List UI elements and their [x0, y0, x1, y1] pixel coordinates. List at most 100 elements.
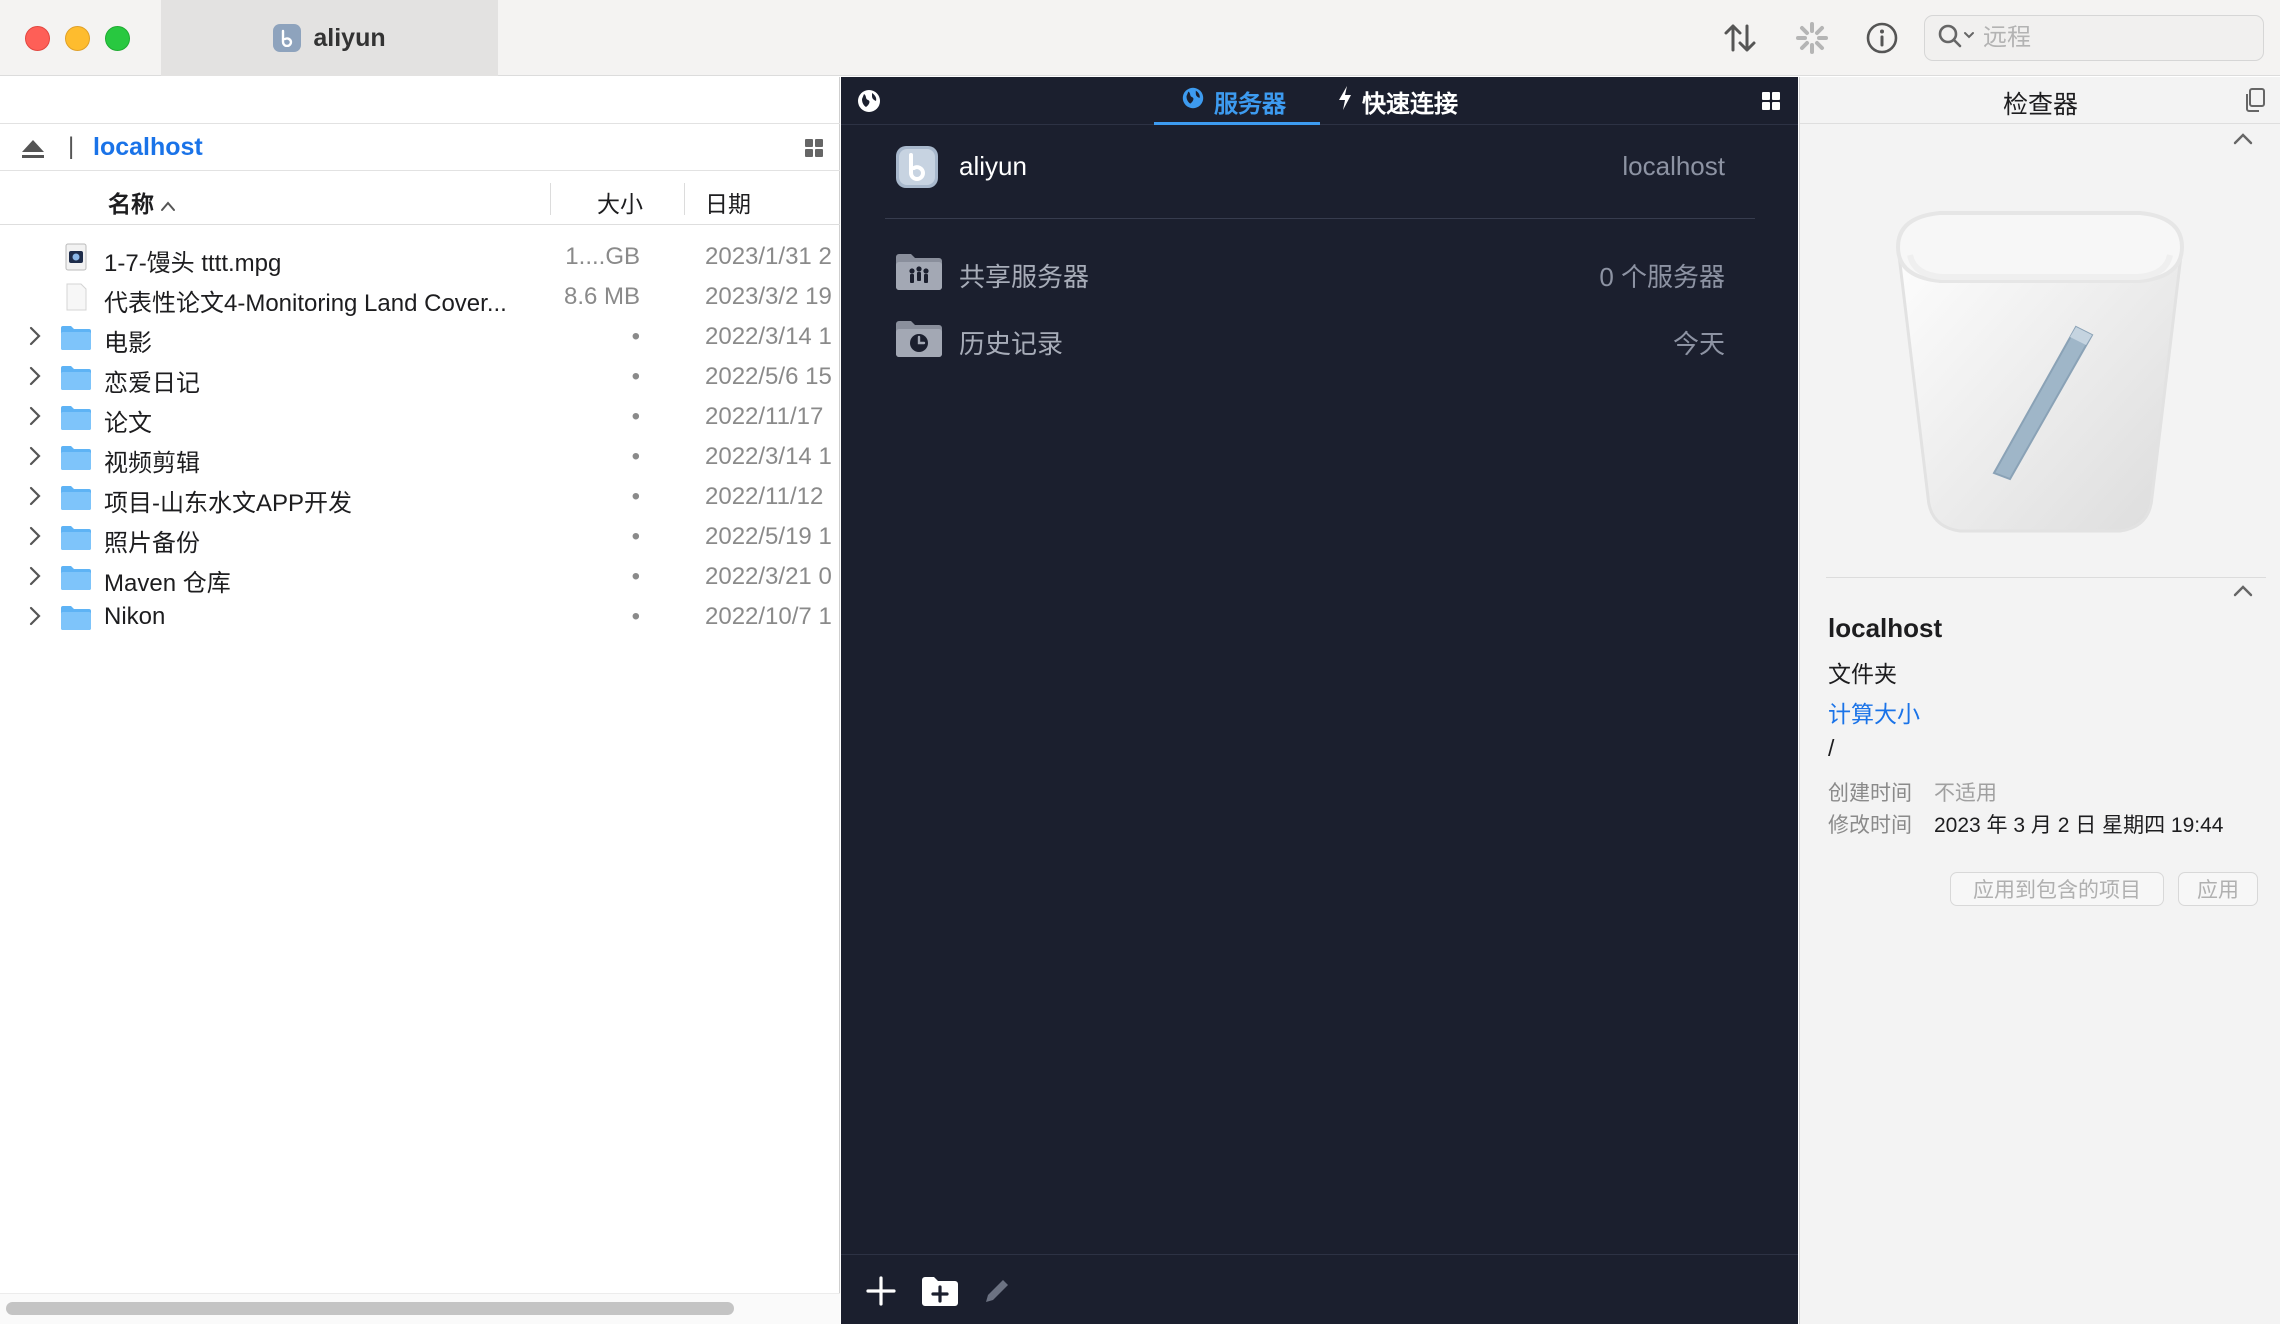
tab-aliyun[interactable]: aliyun [161, 0, 498, 76]
globe-icon[interactable] [855, 87, 883, 120]
folder-size: • [631, 323, 640, 350]
calculate-size-link[interactable]: 计算大小 [1828, 695, 1920, 729]
document-file-icon [60, 283, 92, 311]
server-pane-toolbar: 服务器 快速连接 [841, 77, 1798, 125]
close-window-button[interactable] [25, 26, 50, 51]
chevron-right-icon[interactable] [28, 445, 42, 474]
app-window: aliyun | localhost [0, 0, 2280, 1324]
horizontal-scrollbar[interactable] [6, 1302, 734, 1315]
file-size: 1....GB [565, 243, 640, 270]
tab-quick-connect[interactable]: 快速连接 [1336, 83, 1458, 119]
chevron-right-icon[interactable] [28, 485, 42, 514]
server-item-shared[interactable]: 共享服务器 0 个服务器 [895, 241, 1745, 301]
server-item-history[interactable]: 历史记录 今天 [895, 308, 1745, 368]
folder-name: 照片备份 [104, 530, 200, 557]
file-date: 2023/3/2 19 [705, 283, 832, 310]
file-name: 代表性论文4-Monitoring Land Cover... [104, 290, 507, 317]
folder-row[interactable]: 恋爱日记 • 2022/5/6 15 [0, 357, 840, 397]
column-name[interactable]: 名称 [108, 185, 176, 219]
maximize-window-button[interactable] [105, 26, 130, 51]
folder-date: 2022/5/6 15 [705, 363, 832, 390]
modified-time-row: 修改时间 2023 年 3 月 2 日 星期四 19:44 [1828, 809, 2223, 839]
folder-icon [60, 363, 92, 391]
divider [885, 218, 1755, 219]
tab-servers[interactable]: 服务器 [1180, 83, 1286, 119]
folder-icon [60, 603, 92, 631]
apply-to-enclosed-button[interactable]: 应用到包含的项目 [1950, 872, 2164, 906]
divider [1826, 577, 2266, 578]
view-grid-icon[interactable] [1761, 91, 1781, 116]
server-name: 历史记录 [959, 329, 1064, 359]
view-grid-icon[interactable] [804, 138, 824, 163]
item-name: localhost [1828, 613, 1943, 643]
history-date: 今天 [1672, 329, 1725, 359]
item-path: / [1828, 735, 1835, 761]
edit-pencil-icon[interactable] [981, 1275, 1013, 1312]
folder-row[interactable]: 项目-山东水文APP开发 • 2022/11/12 [0, 477, 840, 517]
chevron-right-icon[interactable] [28, 605, 42, 634]
folder-name: 电影 [104, 330, 152, 357]
new-folder-icon[interactable] [921, 1275, 959, 1312]
lightning-icon [1336, 84, 1354, 119]
column-date[interactable]: 日期 [705, 185, 751, 219]
folder-name: Maven 仓库 [104, 570, 231, 597]
search-input[interactable] [1983, 24, 2243, 52]
column-size[interactable]: 大小 [597, 185, 643, 219]
path-location[interactable]: localhost [93, 133, 203, 162]
server-host: localhost [1622, 151, 1725, 181]
chevron-up-icon[interactable] [2232, 583, 2254, 604]
eject-icon[interactable] [20, 138, 46, 165]
inspector-title: 检查器 [2002, 91, 2078, 119]
file-row[interactable]: 代表性论文4-Monitoring Land Cover... 8.6 MB 2… [0, 277, 840, 317]
folder-size: • [631, 603, 640, 630]
item-kind: 文件夹 [1828, 661, 1897, 687]
folder-row[interactable]: Nikon • 2022/10/7 1 [0, 597, 840, 637]
folder-row[interactable]: 论文 • 2022/11/17 [0, 397, 840, 437]
folder-row[interactable]: 视频剪辑 • 2022/3/14 1 [0, 437, 840, 477]
file-list: 1-7-馒头 tttt.mpg 1....GB 2023/1/31 2 代表性论… [0, 237, 840, 637]
folder-date: 2022/3/21 0 [705, 563, 832, 590]
server-name: aliyun [959, 151, 1027, 181]
search-field[interactable] [1924, 15, 2264, 61]
search-icon [1937, 23, 1975, 54]
folder-icon [60, 323, 92, 351]
folder-date: 2022/11/17 [705, 403, 824, 430]
server-item-aliyun[interactable]: aliyun localhost [895, 135, 1745, 195]
folder-date: 2022/11/12 [705, 483, 824, 510]
folder-date: 2022/3/14 1 [705, 323, 832, 350]
chevron-right-icon[interactable] [28, 365, 42, 394]
path-bar: | localhost [0, 123, 840, 171]
copy-icon[interactable] [2243, 87, 2267, 118]
chevron-up-icon[interactable] [2232, 131, 2254, 152]
server-name: 共享服务器 [959, 262, 1090, 292]
folder-size: • [631, 403, 640, 430]
column-divider[interactable] [684, 183, 685, 215]
add-icon[interactable] [865, 1275, 897, 1312]
folder-date: 2022/5/19 1 [705, 523, 832, 550]
info-icon[interactable] [1862, 18, 1902, 58]
chevron-right-icon[interactable] [28, 405, 42, 434]
history-folder-icon [895, 318, 943, 363]
apply-button[interactable]: 应用 [2178, 872, 2258, 906]
folder-row[interactable]: 电影 • 2022/3/14 1 [0, 317, 840, 357]
folder-icon [60, 483, 92, 511]
folder-icon [60, 443, 92, 471]
created-label: 创建时间 [1828, 782, 1912, 805]
chevron-right-icon[interactable] [28, 325, 42, 354]
active-tab-indicator [1154, 122, 1320, 125]
column-divider[interactable] [550, 183, 551, 215]
chevron-right-icon[interactable] [28, 525, 42, 554]
folder-name: Nikon [104, 603, 166, 630]
folder-row[interactable]: 照片备份 • 2022/5/19 1 [0, 517, 840, 557]
minimize-window-button[interactable] [65, 26, 90, 51]
folder-size: • [631, 563, 640, 590]
file-date: 2023/1/31 2 [705, 243, 832, 270]
activity-spinner-icon[interactable] [1792, 18, 1832, 58]
modified-label: 修改时间 [1828, 814, 1912, 837]
trash-preview-icon [1880, 197, 2200, 542]
file-row[interactable]: 1-7-馒头 tttt.mpg 1....GB 2023/1/31 2 [0, 237, 840, 277]
transfer-arrows-icon[interactable] [1720, 18, 1760, 58]
folder-row[interactable]: Maven 仓库 • 2022/3/21 0 [0, 557, 840, 597]
chevron-right-icon[interactable] [28, 565, 42, 594]
folder-size: • [631, 483, 640, 510]
